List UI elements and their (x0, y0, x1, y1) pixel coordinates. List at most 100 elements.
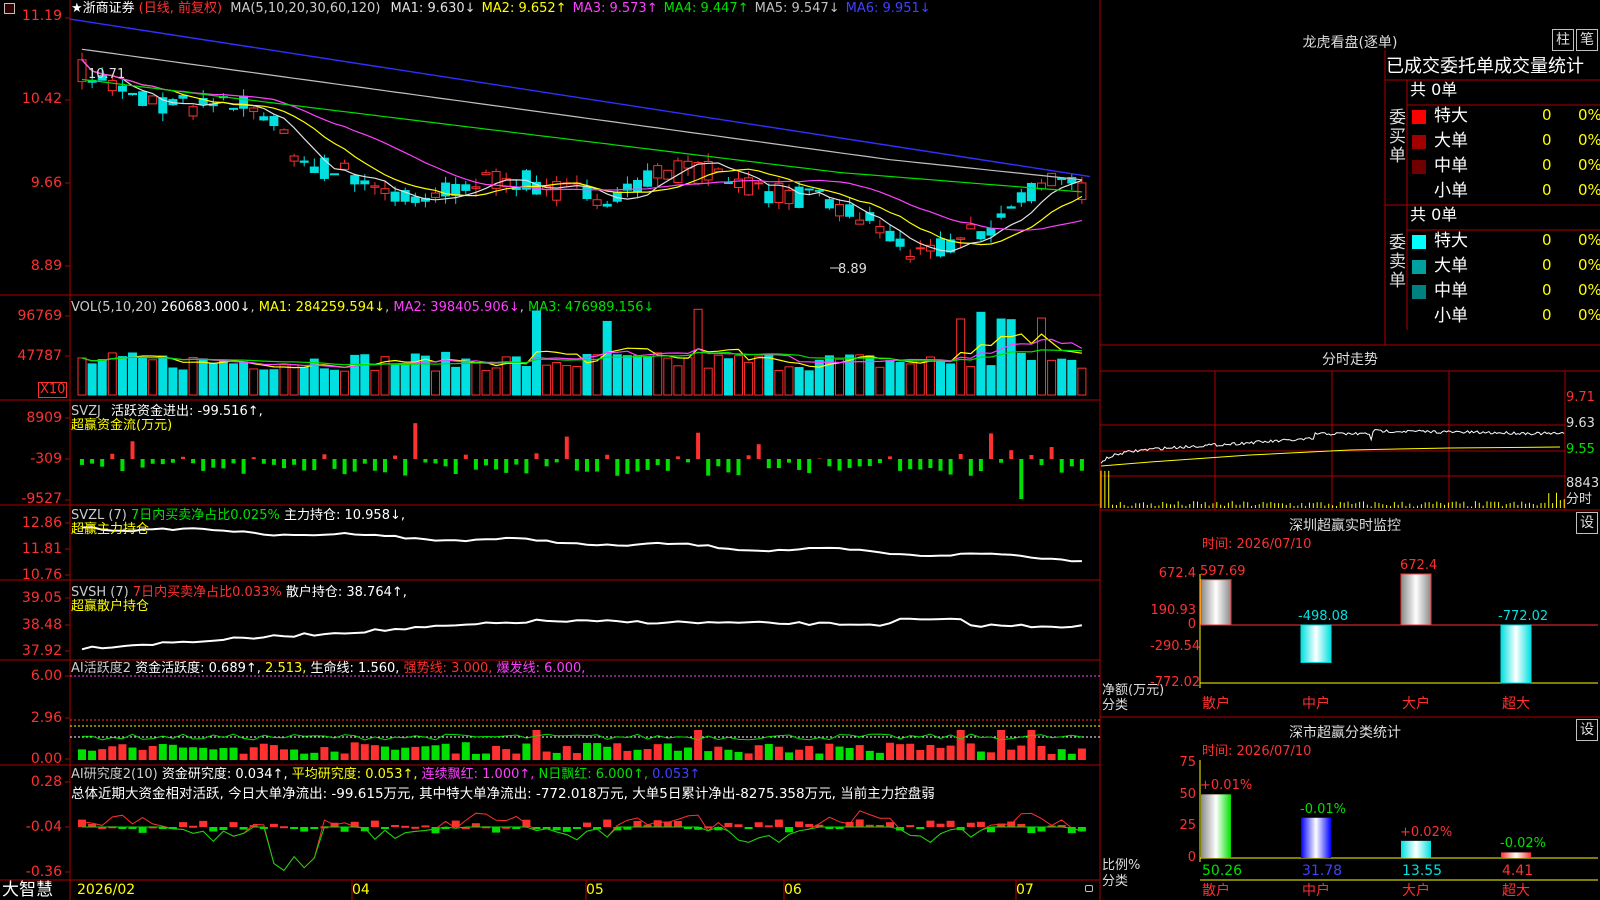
research-bar (744, 827, 753, 829)
activity-bar (906, 743, 915, 760)
research-bar (471, 823, 480, 827)
research-bar (1027, 827, 1036, 834)
fund-flow-bar (271, 459, 276, 465)
volume-bar (552, 362, 562, 396)
szm-y-tick: -290.54 (1150, 638, 1201, 654)
candle-body (309, 166, 319, 173)
activity-bar (572, 753, 581, 760)
settings-icon[interactable] (4, 3, 15, 14)
volume-bar (138, 357, 148, 396)
activity-bar (360, 744, 369, 760)
candle-body (330, 173, 339, 176)
volume-bar (360, 354, 370, 396)
activity-bar (663, 743, 672, 760)
fund-flow-bar (847, 459, 852, 468)
volume-bar (1077, 367, 1087, 396)
order-row-count: 0 (1542, 156, 1552, 174)
candle-body (1006, 206, 1016, 209)
szc-bar (1501, 852, 1531, 858)
activity-bar (108, 746, 117, 760)
research-bar (906, 825, 915, 828)
fund-flow-bar (150, 459, 155, 464)
fund-flow-bar (332, 459, 337, 469)
candle-body (582, 186, 592, 200)
fund-flow-bar (1009, 450, 1014, 459)
activity-bar (855, 745, 864, 760)
fund-flow-bar (160, 459, 165, 465)
activity-bar (381, 746, 389, 760)
volume-bar (673, 365, 683, 396)
candle-body (461, 184, 471, 191)
volume-bar (1016, 352, 1026, 396)
activity-bar (259, 743, 268, 760)
volume-bar (97, 359, 107, 396)
volume-unit: X10 (38, 382, 68, 398)
activity-bar (471, 753, 480, 760)
activity-bar (249, 747, 258, 760)
volume-bar (158, 355, 168, 396)
fund-flow-bar (999, 459, 1004, 463)
research-bar (976, 821, 985, 827)
sz-monitor-title: 深圳超赢实时监控 (1289, 518, 1401, 534)
research-bar (774, 819, 783, 827)
activity-bar (502, 749, 511, 760)
volume-bar (87, 363, 97, 396)
volume-bar (643, 356, 653, 396)
order-color-swatch (1412, 260, 1426, 274)
volume-bar (622, 355, 632, 396)
research-bar (795, 821, 804, 827)
fund-flow-bar (736, 459, 741, 476)
szm-bar (1500, 624, 1532, 684)
lock-icon[interactable] (1085, 885, 1093, 892)
main-chart-canvas[interactable] (0, 0, 1600, 900)
research-bar (310, 827, 319, 829)
fund-flow-bar (1059, 459, 1064, 473)
volume-bar (330, 369, 339, 396)
intraday-vol-unit: 分时 (1566, 492, 1593, 507)
fund-flow-bar (948, 459, 953, 475)
sz-class-settings-button[interactable]: 设 (1576, 719, 1598, 741)
dragon-tiger-title: 龙虎看盘(逐单) (1302, 35, 1398, 51)
szm-bar (1200, 579, 1232, 626)
szm-value-label: -772.02 (1498, 609, 1549, 624)
star-icon[interactable]: ★ (71, 1, 83, 16)
candle-body (966, 224, 976, 230)
research-bar (179, 822, 187, 827)
activity-bar (1027, 730, 1036, 760)
column-view-button[interactable]: 柱 (1552, 29, 1574, 51)
fund-flow-bar (958, 454, 963, 459)
high-price-label: 10.71 (88, 67, 126, 82)
ma-value-2: MA2: 9.652↑ (481, 1, 567, 16)
volume-bar (905, 363, 915, 396)
candle-body (936, 238, 945, 257)
order-color-swatch (1412, 135, 1426, 149)
order-row-name: 特大 (1434, 231, 1468, 251)
y-tick: 0.00 (30, 751, 62, 767)
volume-bar (936, 360, 945, 396)
research-bar (189, 825, 198, 828)
candle-body (986, 227, 996, 236)
szc-y-tick: 25 (1179, 818, 1196, 834)
activity-bar (1007, 749, 1016, 760)
activity-bar (724, 749, 733, 760)
fund-flow-bar (423, 459, 428, 463)
candle-body (269, 116, 279, 127)
order-row-name: 大单 (1434, 131, 1468, 151)
price-mode[interactable]: (日线, 前复权) (139, 1, 222, 16)
fund-flow-bar (90, 459, 95, 464)
sz-monitor-settings-button[interactable]: 设 (1576, 512, 1598, 534)
activity-bar (179, 747, 187, 760)
szc-category-label: 大户 (1402, 883, 1430, 899)
pen-view-button[interactable]: 笔 (1576, 29, 1598, 51)
fund-flow-bar (807, 459, 812, 473)
fund-flow-bar (938, 459, 943, 471)
activity-bar (956, 730, 965, 760)
ma-value-4: MA4: 9.447↑ (663, 1, 749, 16)
app-logo[interactable]: 大智慧 (2, 880, 53, 900)
research-bar (411, 826, 420, 829)
y-tick: 11.19 (21, 8, 62, 24)
volume-bar (269, 369, 279, 396)
order-color-swatch (1412, 310, 1426, 324)
fund-flow-bar (170, 459, 175, 463)
candle-body (976, 231, 986, 240)
